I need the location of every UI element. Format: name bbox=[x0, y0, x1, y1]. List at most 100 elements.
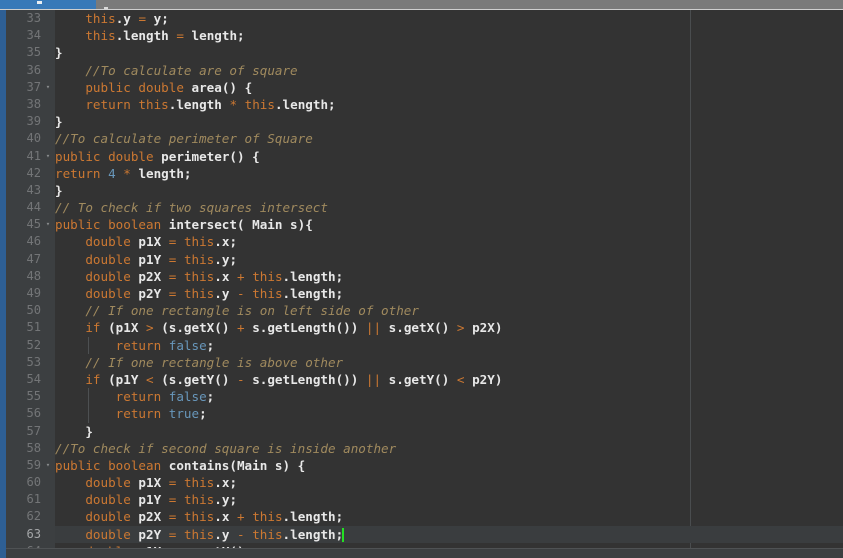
code-token: s.getY() bbox=[388, 371, 457, 387]
code-line[interactable]: 59 ▾ public boolean contains(Main s) { bbox=[0, 457, 843, 474]
code-line[interactable]: 49 double p2Y = this.y - this.length; bbox=[0, 285, 843, 302]
code-line[interactable]: 55 return false; bbox=[0, 388, 843, 406]
code-token: double bbox=[85, 509, 139, 525]
code-line-content[interactable]: } bbox=[55, 44, 843, 61]
code-line-content[interactable]: public double perimeter() { bbox=[55, 148, 843, 165]
code-line[interactable]: 36 //To calculate are of square bbox=[0, 62, 843, 79]
code-token: double bbox=[85, 526, 139, 542]
line-number: 41 bbox=[26, 148, 41, 163]
code-line-content[interactable]: double p1Y = this.y; bbox=[55, 491, 843, 508]
code-token: = bbox=[168, 509, 184, 525]
code-token: = bbox=[168, 475, 184, 491]
code-line[interactable]: 50 // If one rectangle is on left side o… bbox=[0, 302, 843, 319]
code-line[interactable]: 56 return true; bbox=[0, 405, 843, 423]
code-line-content[interactable]: return 4 * length; bbox=[55, 165, 843, 182]
code-line[interactable]: 41 ▾ public double perimeter() { bbox=[0, 148, 843, 165]
code-line[interactable]: 53 // If one rectangle is above other bbox=[0, 354, 843, 371]
code-line[interactable]: 38 return this.length * this.length; bbox=[0, 96, 843, 113]
code-token: this bbox=[183, 475, 215, 491]
code-line-content[interactable]: return this.length * this.length; bbox=[55, 96, 843, 113]
code-line[interactable]: 35} bbox=[0, 44, 843, 61]
code-token: if bbox=[85, 320, 109, 336]
code-line-content[interactable]: } bbox=[55, 113, 843, 130]
code-line[interactable]: 42 return 4 * length; bbox=[0, 165, 843, 182]
code-line-content[interactable]: double p1X = this.x; bbox=[55, 233, 843, 250]
code-token: intersect( Main s){ bbox=[168, 217, 313, 233]
code-token: p1X bbox=[138, 475, 169, 491]
code-line[interactable]: 57 } bbox=[0, 423, 843, 440]
code-token: = bbox=[138, 11, 154, 26]
line-number: 63 bbox=[26, 526, 41, 541]
code-line-content[interactable]: // If one rectangle is above other bbox=[55, 354, 843, 371]
code-token: length; bbox=[191, 28, 245, 44]
code-fold-toggle-icon[interactable]: ▾ bbox=[44, 457, 52, 474]
code-token: < bbox=[146, 371, 162, 387]
code-line-content[interactable]: if (p1Y < (s.getY() - s.getLength()) || … bbox=[55, 371, 843, 388]
text-cursor bbox=[342, 527, 345, 542]
code-line[interactable]: 60 double p1X = this.x; bbox=[0, 474, 843, 491]
code-token: .x bbox=[214, 509, 238, 525]
code-line[interactable]: 34 this.length = length; bbox=[0, 27, 843, 44]
code-line[interactable]: 45 ▾ public boolean intersect( Main s){ bbox=[0, 216, 843, 233]
code-token: - bbox=[237, 286, 253, 301]
code-line-content[interactable]: public boolean contains(Main s) { bbox=[55, 457, 843, 474]
code-token: double bbox=[85, 251, 139, 267]
code-line-content[interactable]: return false; bbox=[55, 388, 843, 406]
code-line[interactable]: 46 double p1X = this.x; bbox=[0, 233, 843, 250]
code-line-content[interactable]: this.length = length; bbox=[55, 27, 843, 44]
code-line[interactable]: 51 if (p1X > (s.getX() + s.getLength()) … bbox=[0, 319, 843, 336]
code-token: this bbox=[85, 28, 116, 44]
code-line-content[interactable]: //To calculate are of square bbox=[55, 62, 843, 79]
code-line[interactable]: 54 if (p1Y < (s.getY() - s.getLength()) … bbox=[0, 371, 843, 388]
code-line[interactable]: 43} bbox=[0, 182, 843, 199]
code-token: false bbox=[168, 337, 207, 353]
code-line[interactable]: 37 ▾ public double area() { bbox=[0, 79, 843, 96]
code-line-content[interactable]: double p2X = this.x + this.length; bbox=[55, 508, 843, 525]
code-line-content[interactable]: //To calculate perimeter of Square bbox=[55, 130, 843, 147]
code-fold-toggle-icon[interactable]: ▾ bbox=[44, 148, 52, 165]
code-token: = bbox=[168, 234, 184, 250]
code-line[interactable]: 44 // To check if two squares intersect bbox=[0, 199, 843, 216]
code-line-content[interactable]: double p1Y = this.y; bbox=[55, 251, 843, 268]
code-line-content[interactable]: this.y = y; bbox=[55, 10, 843, 27]
code-line-content[interactable]: //To check if second square is inside an… bbox=[55, 440, 843, 457]
code-token: .x bbox=[214, 268, 238, 284]
code-line-content[interactable]: double p1X = this.x; bbox=[55, 474, 843, 491]
code-line-content[interactable]: return false; bbox=[55, 336, 843, 354]
code-line-content[interactable]: if (p1X > (s.getX() + s.getLength()) || … bbox=[55, 319, 843, 336]
code-line-content[interactable]: double p2X = this.x + this.length; bbox=[55, 268, 843, 285]
code-token: p2X bbox=[138, 268, 169, 284]
code-line[interactable]: 63 double p2Y = this.y - this.length; bbox=[0, 525, 843, 543]
code-token: = bbox=[168, 286, 184, 301]
code-token: this bbox=[85, 11, 116, 26]
code-line[interactable]: 40 //To calculate perimeter of Square bbox=[0, 130, 843, 147]
code-lines[interactable]: 33 this.y = y; 34 this.length = length; 35… bbox=[0, 10, 843, 558]
line-number: 44 bbox=[26, 200, 41, 215]
code-fold-toggle-icon[interactable]: ▾ bbox=[44, 216, 52, 233]
code-line[interactable]: 47 double p1Y = this.y; bbox=[0, 251, 843, 268]
code-line[interactable]: 62 double p2X = this.x + this.length; bbox=[0, 508, 843, 525]
horizontal-scrollbar[interactable] bbox=[0, 548, 843, 558]
code-token: length; bbox=[138, 165, 192, 181]
code-line-content[interactable]: // If one rectangle is on left side of o… bbox=[55, 302, 843, 319]
code-line[interactable]: 61 double p1Y = this.y; bbox=[0, 491, 843, 508]
line-number: 34 bbox=[26, 28, 41, 43]
code-line[interactable]: 33 this.y = y; bbox=[0, 10, 843, 27]
code-line-content[interactable]: // To check if two squares intersect bbox=[55, 199, 843, 216]
code-fold-toggle-icon[interactable]: ▾ bbox=[44, 79, 52, 96]
code-token: (p1Y bbox=[108, 371, 147, 387]
code-line-content[interactable]: public double area() { bbox=[55, 79, 843, 96]
active-tab-indicator[interactable] bbox=[0, 0, 96, 9]
code-line[interactable]: 39} bbox=[0, 113, 843, 130]
code-line-content[interactable]: return true; bbox=[55, 405, 843, 423]
code-line-content[interactable]: public boolean intersect( Main s){ bbox=[55, 216, 843, 233]
code-line-content[interactable]: double p2Y = this.y - this.length; bbox=[55, 285, 843, 302]
scrollbar-rail-corner bbox=[0, 548, 6, 558]
code-line[interactable]: 58 //To check if second square is inside … bbox=[0, 440, 843, 457]
code-line-content[interactable]: } bbox=[55, 182, 843, 199]
code-line-content[interactable]: } bbox=[55, 423, 843, 440]
code-line-content[interactable]: double p2Y = this.y - this.length; bbox=[55, 525, 843, 543]
code-line[interactable]: 52 return false; bbox=[0, 336, 843, 354]
code-line[interactable]: 48 double p2X = this.x + this.length; bbox=[0, 268, 843, 285]
